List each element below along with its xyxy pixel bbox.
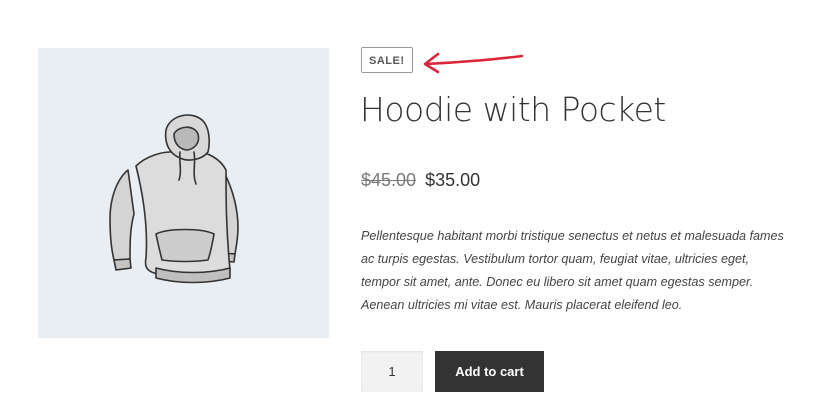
quantity-input[interactable] xyxy=(361,351,423,392)
hoodie-icon xyxy=(109,114,239,284)
add-to-cart-button[interactable]: Add to cart xyxy=(435,351,544,392)
regular-price: $45.00 xyxy=(361,170,417,190)
product-title: Hoodie with Pocket xyxy=(360,90,666,129)
sale-badge: SALE! xyxy=(361,47,413,73)
product-image[interactable] xyxy=(38,48,329,338)
price: $45.00 $35.00 xyxy=(361,168,480,192)
product-description: Pellentesque habitant morbi tristique se… xyxy=(361,229,784,312)
arrow-left-icon xyxy=(423,52,524,74)
sale-price: $35.00 xyxy=(425,170,481,190)
